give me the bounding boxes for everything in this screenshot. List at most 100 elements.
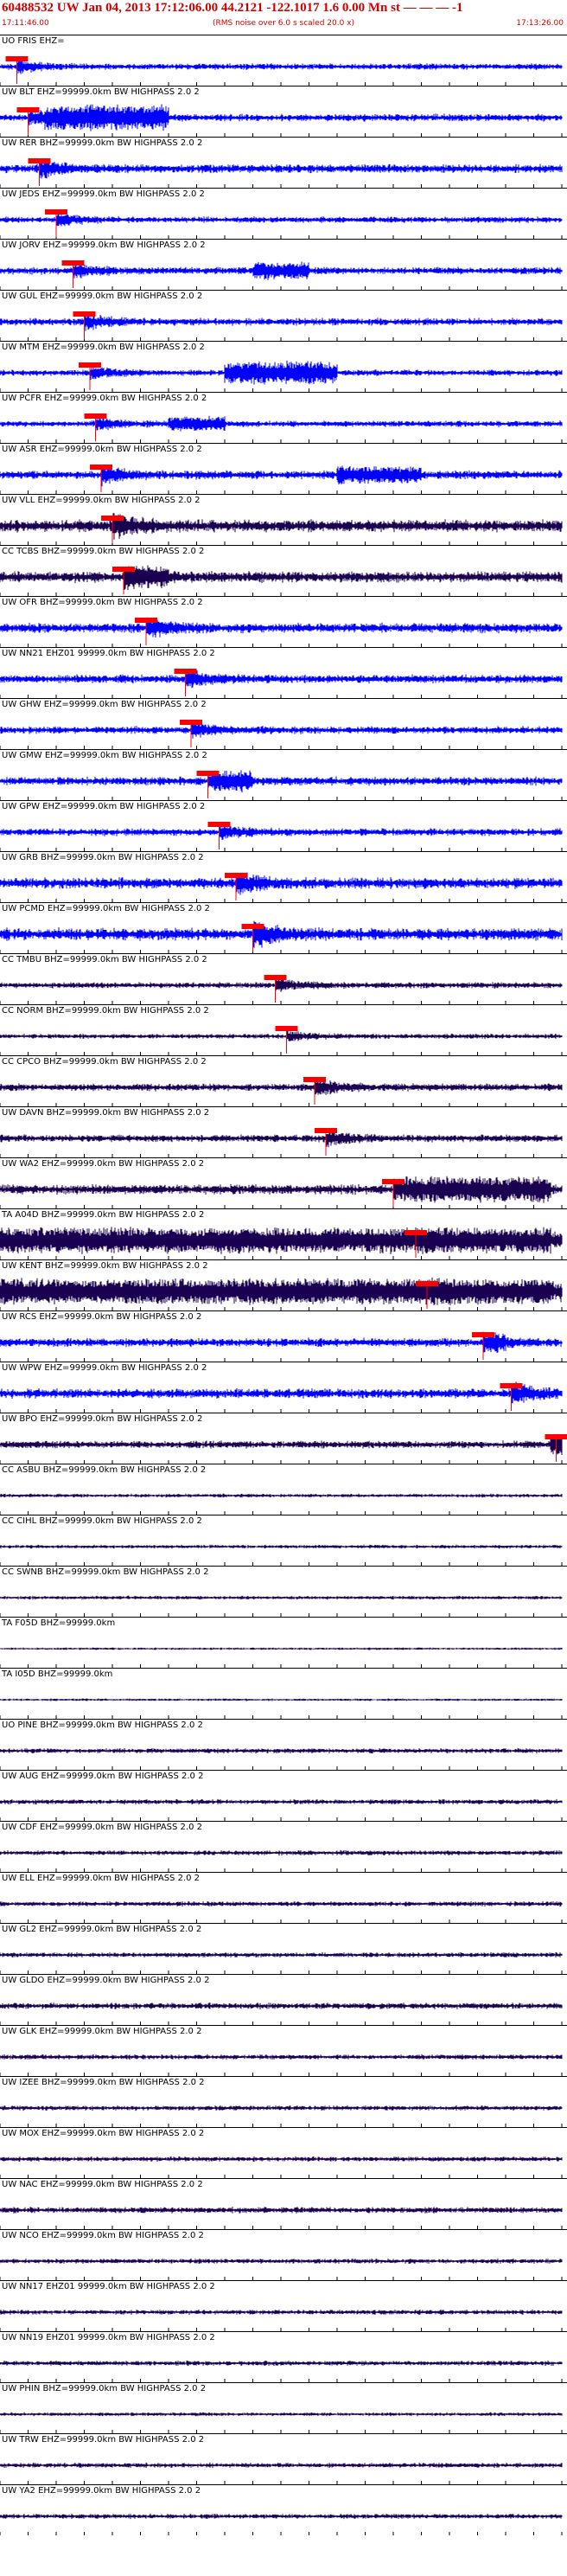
trace-label: UW GRB BHZ=99999.0km BW HIGHPASS 2.0 2 — [2, 853, 204, 862]
trace-panel: UW YA2 EHZ=99999.0km BW HIGHPASS 2.0 217… — [0, 2484, 567, 2535]
waveform — [0, 1278, 563, 1305]
trace-label: UW AUG EHZ=99999.0km BW HIGHPASS 2.0 2 — [2, 1772, 203, 1781]
waveform — [0, 1131, 563, 1148]
trace-label: CC CPCO BHZ=99999.0km BW HIGHPASS 2.0 2 — [2, 1057, 207, 1067]
trace-label: UW GUL EHZ=99999.0km BW HIGHPASS 2.0 2 — [2, 292, 202, 301]
trace-panel: UW NN21 EHZ01 99999.0km BW HIGHPASS 2.0 … — [0, 647, 567, 698]
trace-label: TA I05D BHZ=99999.0km — [1, 1669, 112, 1679]
waveform — [0, 1647, 563, 1650]
trace-panel: CC CIHL BHZ=99999.0km BW HIGHPASS 2.0 21… — [0, 1515, 567, 1566]
trace-panel: UW GRB BHZ=99999.0km BW HIGHPASS 2.0 217… — [0, 851, 567, 902]
scaling-note: (RMS noise over 6.0 s scaled 20.0 x) — [212, 19, 355, 28]
trace-label: UW PCMD EHZ=99999.0km BW HIGHPASS 2.0 2 — [2, 904, 210, 913]
waveform — [0, 1951, 563, 1958]
waveform — [0, 617, 563, 640]
trace-panel: UW TRW EHZ=99999.0km BW HIGHPASS 2.0 217… — [0, 2433, 567, 2484]
trace-label: UW GLDO EHZ=99999.0km BW HIGHPASS 2.0 2 — [2, 1976, 209, 1985]
trace-panel: UW GLK EHZ=99999.0km BW HIGHPASS 2.0 217… — [0, 2025, 567, 2076]
trace-label: UW TRW EHZ=99999.0km BW HIGHPASS 2.0 2 — [2, 2435, 204, 2445]
trace-label: UW KENT BHZ=99999.0km BW HIGHPASS 2.0 2 — [2, 1261, 208, 1271]
waveform — [0, 2105, 563, 2111]
trace-label: UW GL2 EHZ=99999.0km BW HIGHPASS 2.0 2 — [2, 1925, 201, 1934]
trace-label: UW MTM EHZ=99999.0km BW HIGHPASS 2.0 2 — [2, 343, 205, 352]
trace-label: UW PCFR EHZ=99999.0km BW HIGHPASS 2.0 2 — [2, 394, 207, 403]
trace-label: UW CDF EHZ=99999.0km BW HIGHPASS 2.0 2 — [2, 1823, 202, 1832]
trace-label: UW RCS EHZ=99999.0km BW HIGHPASS 2.0 2 — [2, 1312, 201, 1322]
trace-panel: UW MTM EHZ=99999.0km BW HIGHPASS 2.0 217… — [0, 341, 567, 392]
trace-label: CC TMBU BHZ=99999.0km BW HIGHPASS 2.0 2 — [2, 955, 207, 964]
trace-label: UW GPW EHZ=99999.0km BW HIGHPASS 2.0 2 — [2, 802, 205, 811]
waveform — [0, 872, 563, 895]
trace-panel: UW GPW EHZ=99999.0km BW HIGHPASS 2.0 217… — [0, 800, 567, 851]
waveform — [0, 158, 563, 179]
trace-label: UW NN19 EHZ01 99999.0km BW HIGHPASS 2.0 … — [2, 2333, 215, 2342]
trace-panel: UW JORV EHZ=99999.0km BW HIGHPASS 2.0 21… — [0, 239, 567, 290]
waveform — [0, 565, 563, 591]
trace-panel: TA F05D BHZ=99999.0km17:1217:13 — [0, 1617, 567, 1668]
waveform — [0, 1595, 563, 1600]
trace-label: UW JEDS EHZ=99999.0km BW HIGHPASS 2.0 2 — [2, 189, 205, 199]
trace-label: UW MOX EHZ=99999.0km BW HIGHPASS 2.0 2 — [2, 2129, 204, 2138]
trace-panel: UW MOX EHZ=99999.0km BW HIGHPASS 2.0 217… — [0, 2127, 567, 2178]
trace-panel: UW RER BHZ=99999.0km BW HIGHPASS 2.0 217… — [0, 137, 567, 188]
trace-label: UW GHW EHZ=99999.0km BW HIGHPASS 2.0 2 — [2, 700, 207, 709]
waveform — [0, 1227, 563, 1254]
trace-panel: UW PCMD EHZ=99999.0km BW HIGHPASS 2.0 21… — [0, 902, 567, 953]
trace-panel: UW GMW EHZ=99999.0km BW HIGHPASS 2.0 217… — [0, 749, 567, 800]
waveform — [0, 2513, 563, 2520]
waveform — [0, 1798, 563, 1805]
trace-panel: CC CPCO BHZ=99999.0km BW HIGHPASS 2.0 21… — [0, 1055, 567, 1106]
waveform — [0, 1493, 563, 1498]
waveform — [0, 2360, 563, 2367]
trace-label: UW DAVN BHZ=99999.0km BW HIGHPASS 2.0 2 — [2, 1108, 209, 1118]
trace-label: UW YA2 EHZ=99999.0km BW HIGHPASS 2.0 2 — [2, 2486, 201, 2496]
trace-label: TA A04D BHZ=99999.0km BW HIGHPASS 2.0 2 — [1, 1210, 204, 1220]
event-title: 60488532 UW Jan 04, 2013 17:12:06.00 44.… — [2, 1, 463, 15]
waveform — [0, 920, 563, 948]
waveform — [0, 104, 563, 131]
trace-panel: CC SWNB BHZ=99999.0km BW HIGHPASS 2.0 21… — [0, 1566, 567, 1617]
waveform — [0, 824, 563, 840]
trace-label: TA F05D BHZ=99999.0km — [1, 1618, 115, 1628]
trace-panel: UW CDF EHZ=99999.0km BW HIGHPASS 2.0 217… — [0, 1821, 567, 1872]
trace-panel: UW NN17 EHZ01 99999.0km BW HIGHPASS 2.0 … — [0, 2280, 567, 2331]
waveform — [0, 770, 563, 793]
trace-panel: UW PHIN BHZ=99999.0km BW HIGHPASS 2.0 21… — [0, 2382, 567, 2433]
trace-label: CC TCBS BHZ=99999.0km BW HIGHPASS 2.0 2 — [2, 547, 204, 556]
trace-label: UW NAC EHZ=99999.0km BW HIGHPASS 2.0 2 — [2, 2180, 203, 2189]
waveform — [0, 213, 563, 227]
trace-panel: CC ASBU BHZ=99999.0km BW HIGHPASS 2.0 21… — [0, 1464, 567, 1515]
waveform — [0, 1849, 563, 1856]
trace-panel: UW IZEE BHZ=99999.0km BW HIGHPASS 2.0 21… — [0, 2076, 567, 2127]
waveform — [0, 2462, 563, 2469]
trace-panel: UW RCS EHZ=99999.0km BW HIGHPASS 2.0 217… — [0, 1310, 567, 1362]
trace-label: CC SWNB BHZ=99999.0km BW HIGHPASS 2.0 2 — [2, 1567, 208, 1577]
trace-label: UW VLL EHZ=99999.0km BW HIGHPASS 2.0 2 — [2, 496, 201, 505]
waveform — [0, 513, 563, 540]
waveform — [0, 1544, 563, 1549]
seismogram-chart: UO FRIS EHZ=17:1217:13UW BLT EHZ=99999.0… — [0, 35, 567, 2535]
waveform — [0, 2002, 563, 2009]
waveform — [0, 465, 563, 487]
trace-label: UW BLT EHZ=99999.0km BW HIGHPASS 2.0 2 — [2, 87, 200, 97]
waveform — [0, 2054, 563, 2060]
waveform — [0, 1078, 563, 1095]
trace-panel: UW ASR EHZ=99999.0km BW HIGHPASS 2.0 217… — [0, 443, 567, 494]
trace-label: CC NORM BHZ=99999.0km BW HIGHPASS 2.0 2 — [2, 1006, 209, 1016]
trace-label: UW NCO EHZ=99999.0km BW HIGHPASS 2.0 2 — [2, 2231, 204, 2240]
trace-label: UW WA2 EHZ=99999.0km BW HIGHPASS 2.0 2 — [2, 1159, 204, 1169]
trace-label: UW WPW EHZ=99999.0km BW HIGHPASS 2.0 2 — [2, 1363, 207, 1373]
trace-panel: TA I05D BHZ=99999.0km17:1217:13 — [0, 1668, 567, 1719]
waveform — [0, 670, 563, 689]
waveform — [0, 721, 563, 739]
trace-panel: UW NN19 EHZ01 99999.0km BW HIGHPASS 2.0 … — [0, 2331, 567, 2382]
trace-label: UW NN21 EHZ01 99999.0km BW HIGHPASS 2.0 … — [2, 649, 215, 658]
trace-panel: UW ELL EHZ=99999.0km BW HIGHPASS 2.0 217… — [0, 1872, 567, 1923]
trace-label: UW IZEE BHZ=99999.0km BW HIGHPASS 2.0 2 — [2, 2078, 205, 2087]
trace-panel: UO FRIS EHZ=17:1217:13 — [0, 35, 567, 86]
trace-panel: UW GL2 EHZ=99999.0km BW HIGHPASS 2.0 217… — [0, 1923, 567, 1974]
trace-panel: CC TMBU BHZ=99999.0km BW HIGHPASS 2.0 21… — [0, 953, 567, 1004]
trace-label: UW PHIN BHZ=99999.0km BW HIGHPASS 2.0 2 — [2, 2384, 206, 2393]
trace-panel: UW WA2 EHZ=99999.0km BW HIGHPASS 2.0 217… — [0, 1157, 567, 1208]
trace-label: UO PINE BHZ=99999.0km BW HIGHPASS 2.0 2 — [2, 1721, 203, 1730]
